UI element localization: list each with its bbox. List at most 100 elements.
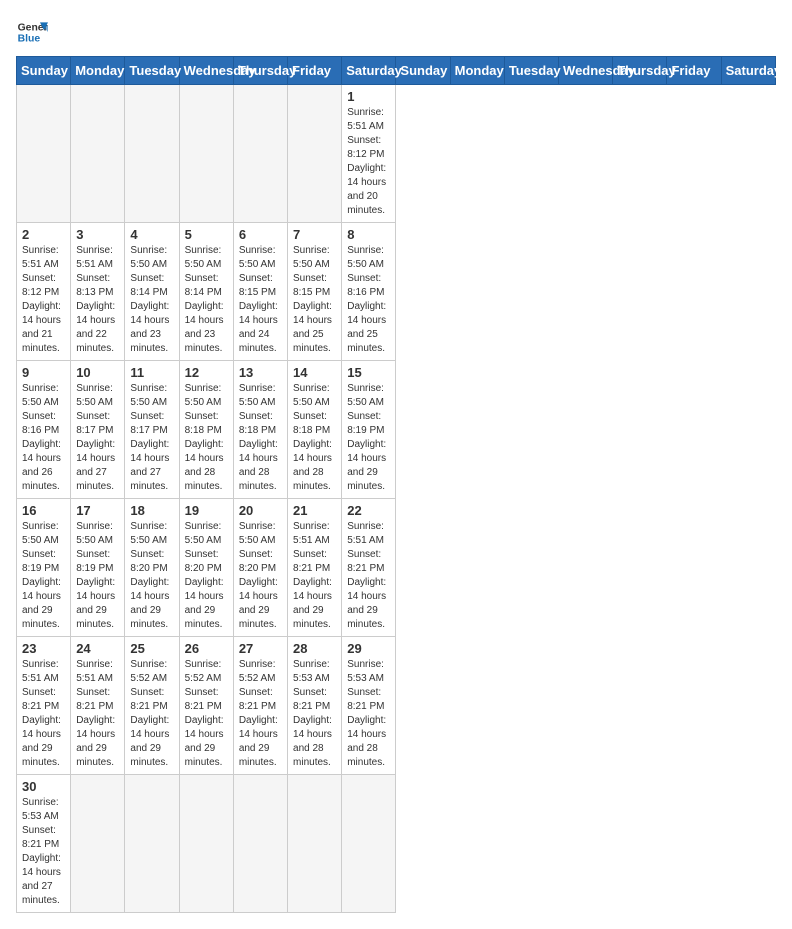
calendar-cell	[179, 85, 233, 223]
cell-info: Sunrise: 5:52 AM Sunset: 8:21 PM Dayligh…	[130, 658, 173, 770]
header-sunday: Sunday	[17, 57, 71, 85]
header-day-saturday: Saturday	[721, 57, 775, 85]
day-number: 22	[347, 503, 390, 518]
cell-info: Sunrise: 5:52 AM Sunset: 8:21 PM Dayligh…	[185, 658, 228, 770]
calendar-cell: 14Sunrise: 5:50 AM Sunset: 8:18 PM Dayli…	[288, 361, 342, 499]
calendar-cell: 13Sunrise: 5:50 AM Sunset: 8:18 PM Dayli…	[233, 361, 287, 499]
day-number: 24	[76, 641, 119, 656]
calendar-cell: 8 Sunrise: 5:50 AM Sunset: 8:16 PM Daylig…	[342, 223, 396, 361]
calendar-week-row: 23 Sunrise: 5:51 AM Sunset: 8:21 PM Dayli…	[17, 637, 776, 775]
day-number: 4	[130, 227, 173, 242]
day-number: 8	[347, 227, 390, 242]
calendar-cell	[125, 775, 179, 913]
calendar-cell: 28Sunrise: 5:53 AM Sunset: 8:21 PM Dayli…	[288, 637, 342, 775]
cell-info: Sunrise: 5:50 AM Sunset: 8:19 PM Dayligh…	[347, 382, 390, 494]
cell-info: Sunrise: 5:51 AM Sunset: 8:12 PM Dayligh…	[347, 106, 390, 218]
day-number: 1	[347, 89, 390, 104]
day-number: 12	[185, 365, 228, 380]
cell-info: Sunrise: 5:50 AM Sunset: 8:15 PM Dayligh…	[293, 244, 336, 356]
calendar-cell: 19Sunrise: 5:50 AM Sunset: 8:20 PM Dayli…	[179, 499, 233, 637]
cell-info: Sunrise: 5:51 AM Sunset: 8:21 PM Dayligh…	[76, 658, 119, 770]
calendar-week-row: 9 Sunrise: 5:50 AM Sunset: 8:16 PM Daylig…	[17, 361, 776, 499]
day-number: 21	[293, 503, 336, 518]
cell-info: Sunrise: 5:50 AM Sunset: 8:20 PM Dayligh…	[239, 520, 282, 632]
day-number: 25	[130, 641, 173, 656]
calendar-cell: 24 Sunrise: 5:51 AM Sunset: 8:21 PM Dayli…	[71, 637, 125, 775]
cell-info: Sunrise: 5:50 AM Sunset: 8:16 PM Dayligh…	[22, 382, 65, 494]
calendar-cell: 1 Sunrise: 5:51 AM Sunset: 8:12 PM Daylig…	[342, 85, 396, 223]
day-number: 30	[22, 779, 65, 794]
calendar-cell	[233, 775, 287, 913]
calendar-week-row: 1 Sunrise: 5:51 AM Sunset: 8:12 PM Daylig…	[17, 85, 776, 223]
day-number: 9	[22, 365, 65, 380]
day-number: 29	[347, 641, 390, 656]
day-number: 18	[130, 503, 173, 518]
calendar-table: SundayMondayTuesdayWednesdayThursdayFrid…	[16, 56, 776, 913]
cell-info: Sunrise: 5:51 AM Sunset: 8:12 PM Dayligh…	[22, 244, 65, 356]
svg-text:Blue: Blue	[18, 34, 41, 45]
cell-info: Sunrise: 5:53 AM Sunset: 8:21 PM Dayligh…	[22, 796, 65, 908]
cell-info: Sunrise: 5:50 AM Sunset: 8:17 PM Dayligh…	[130, 382, 173, 494]
calendar-cell: 7 Sunrise: 5:50 AM Sunset: 8:15 PM Daylig…	[288, 223, 342, 361]
cell-info: Sunrise: 5:51 AM Sunset: 8:21 PM Dayligh…	[347, 520, 390, 632]
calendar-cell: 27Sunrise: 5:52 AM Sunset: 8:21 PM Dayli…	[233, 637, 287, 775]
day-number: 27	[239, 641, 282, 656]
calendar-week-row: 16 Sunrise: 5:50 AM Sunset: 8:19 PM Dayli…	[17, 499, 776, 637]
day-number: 20	[239, 503, 282, 518]
calendar-cell: 30 Sunrise: 5:53 AM Sunset: 8:21 PM Dayli…	[17, 775, 71, 913]
calendar-cell: 21Sunrise: 5:51 AM Sunset: 8:21 PM Dayli…	[288, 499, 342, 637]
calendar-cell: 25 Sunrise: 5:52 AM Sunset: 8:21 PM Dayli…	[125, 637, 179, 775]
header-wednesday: Wednesday	[179, 57, 233, 85]
header-day-friday: Friday	[667, 57, 721, 85]
logo: General Blue	[16, 16, 48, 48]
day-number: 7	[293, 227, 336, 242]
calendar-week-row: 30 Sunrise: 5:53 AM Sunset: 8:21 PM Dayli…	[17, 775, 776, 913]
cell-info: Sunrise: 5:50 AM Sunset: 8:19 PM Dayligh…	[76, 520, 119, 632]
cell-info: Sunrise: 5:50 AM Sunset: 8:15 PM Dayligh…	[239, 244, 282, 356]
cell-info: Sunrise: 5:53 AM Sunset: 8:21 PM Dayligh…	[347, 658, 390, 770]
header-monday: Monday	[71, 57, 125, 85]
calendar-cell	[71, 775, 125, 913]
cell-info: Sunrise: 5:51 AM Sunset: 8:13 PM Dayligh…	[76, 244, 119, 356]
calendar-cell: 15 Sunrise: 5:50 AM Sunset: 8:19 PM Dayli…	[342, 361, 396, 499]
cell-info: Sunrise: 5:50 AM Sunset: 8:14 PM Dayligh…	[185, 244, 228, 356]
calendar-cell: 9 Sunrise: 5:50 AM Sunset: 8:16 PM Daylig…	[17, 361, 71, 499]
day-number: 23	[22, 641, 65, 656]
cell-info: Sunrise: 5:51 AM Sunset: 8:21 PM Dayligh…	[22, 658, 65, 770]
page-header: General Blue	[16, 16, 776, 48]
header-friday: Friday	[288, 57, 342, 85]
calendar-cell: 16 Sunrise: 5:50 AM Sunset: 8:19 PM Dayli…	[17, 499, 71, 637]
calendar-cell: 29 Sunrise: 5:53 AM Sunset: 8:21 PM Dayli…	[342, 637, 396, 775]
cell-info: Sunrise: 5:50 AM Sunset: 8:16 PM Dayligh…	[347, 244, 390, 356]
day-number: 3	[76, 227, 119, 242]
header-tuesday: Tuesday	[125, 57, 179, 85]
cell-info: Sunrise: 5:50 AM Sunset: 8:19 PM Dayligh…	[22, 520, 65, 632]
calendar-cell: 5 Sunrise: 5:50 AM Sunset: 8:14 PM Daylig…	[179, 223, 233, 361]
day-number: 15	[347, 365, 390, 380]
header-thursday: Thursday	[233, 57, 287, 85]
day-number: 16	[22, 503, 65, 518]
calendar-cell: 17 Sunrise: 5:50 AM Sunset: 8:19 PM Dayli…	[71, 499, 125, 637]
calendar-week-row: 2 Sunrise: 5:51 AM Sunset: 8:12 PM Daylig…	[17, 223, 776, 361]
day-number: 2	[22, 227, 65, 242]
day-number: 19	[185, 503, 228, 518]
cell-info: Sunrise: 5:50 AM Sunset: 8:18 PM Dayligh…	[185, 382, 228, 494]
day-number: 6	[239, 227, 282, 242]
day-number: 26	[185, 641, 228, 656]
calendar-cell: 18 Sunrise: 5:50 AM Sunset: 8:20 PM Dayli…	[125, 499, 179, 637]
day-number: 14	[293, 365, 336, 380]
cell-info: Sunrise: 5:50 AM Sunset: 8:20 PM Dayligh…	[130, 520, 173, 632]
calendar-cell: 23 Sunrise: 5:51 AM Sunset: 8:21 PM Dayli…	[17, 637, 71, 775]
calendar-cell	[288, 85, 342, 223]
calendar-cell: 6 Sunrise: 5:50 AM Sunset: 8:15 PM Daylig…	[233, 223, 287, 361]
day-number: 17	[76, 503, 119, 518]
header-day-tuesday: Tuesday	[504, 57, 558, 85]
day-number: 28	[293, 641, 336, 656]
calendar-cell	[342, 775, 396, 913]
day-number: 5	[185, 227, 228, 242]
calendar-cell	[288, 775, 342, 913]
calendar-cell: 26 Sunrise: 5:52 AM Sunset: 8:21 PM Dayli…	[179, 637, 233, 775]
header-day-thursday: Thursday	[613, 57, 667, 85]
calendar-cell	[179, 775, 233, 913]
calendar-cell	[17, 85, 71, 223]
